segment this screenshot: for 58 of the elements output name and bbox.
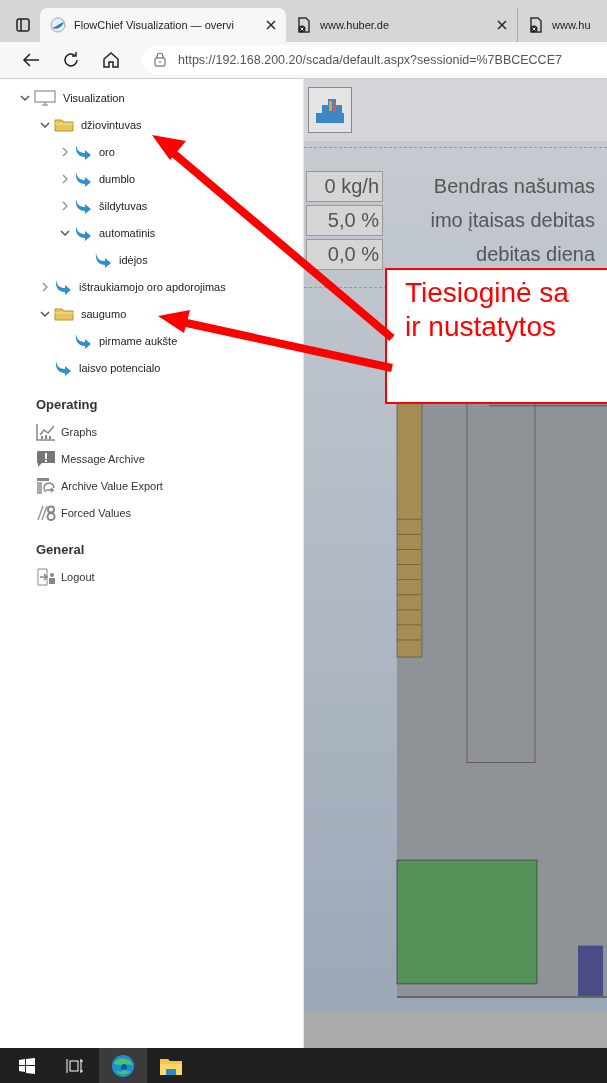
- back-icon[interactable]: [22, 52, 40, 68]
- tree-item[interactable]: pirmame aukšte: [99, 334, 178, 347]
- chevron-right-icon[interactable]: [60, 200, 70, 211]
- value-display: 5,0 %: [306, 205, 383, 236]
- section-heading: General: [36, 542, 85, 559]
- browser-icon: [111, 1053, 135, 1078]
- folder-icon: [54, 306, 74, 321]
- value-display: 0 kg/h: [306, 171, 383, 202]
- tree-item[interactable]: ištraukiamojo oro apdorojimas: [79, 280, 226, 293]
- close-icon[interactable]: [497, 20, 507, 30]
- tree-item[interactable]: šildytuvas: [99, 199, 148, 212]
- blocked-page-icon: [296, 17, 312, 33]
- tree-item[interactable]: saugumo: [81, 307, 127, 320]
- menu-item[interactable]: Logout: [61, 570, 95, 583]
- value-label: Bendras našumas: [432, 175, 595, 198]
- chevron-down-icon[interactable]: [40, 119, 50, 130]
- value-label: debitas diena: [475, 243, 595, 266]
- tree-item[interactable]: idėjos: [119, 253, 148, 266]
- globe-icon: [50, 17, 66, 33]
- task-view-icon: [66, 1057, 84, 1074]
- forced-value-icon: [36, 503, 56, 522]
- chevron-right-icon[interactable]: [40, 281, 50, 292]
- section-heading: Operating: [36, 397, 98, 414]
- menu-item[interactable]: Archive Value Export: [61, 479, 163, 492]
- tree-item[interactable]: džiovintuvas: [81, 118, 142, 131]
- table-export-icon: [36, 476, 56, 495]
- chevron-down-icon[interactable]: [60, 227, 70, 238]
- menu-item[interactable]: Forced Values: [61, 506, 132, 519]
- tree-item[interactable]: automatinis: [99, 226, 156, 239]
- annotation-text: ir nustatytos: [405, 310, 556, 344]
- chevron-down-icon[interactable]: [20, 92, 30, 103]
- tree-item[interactable]: laisvo potencialo: [79, 361, 161, 374]
- reload-icon[interactable]: [62, 51, 80, 69]
- chevron-down-icon[interactable]: [40, 308, 50, 319]
- menu-item[interactable]: Graphs: [61, 425, 98, 438]
- address-field[interactable]: https://192.168.200.20/scada/default.aspx?sessionid=%7BBCECCE7: [142, 45, 607, 75]
- folder-icon: [54, 117, 74, 132]
- windows-logo-icon: [19, 1057, 35, 1074]
- browser-tab[interactable]: FlowChief Visualization — overvi: [40, 8, 286, 42]
- value-label: imo įtaisas debitas: [429, 209, 595, 232]
- menu-item[interactable]: Message Archive: [61, 452, 145, 465]
- chevron-right-icon[interactable]: [60, 146, 70, 157]
- monitor-icon: [34, 89, 56, 106]
- browser-tab[interactable]: www.hu: [518, 8, 598, 42]
- device-button[interactable]: [308, 87, 352, 133]
- value-display: 0,0 %: [306, 239, 383, 270]
- alert-icon: [36, 449, 56, 468]
- home-icon[interactable]: [102, 51, 120, 69]
- tree-item[interactable]: oro: [99, 145, 115, 158]
- close-icon[interactable]: [266, 20, 276, 30]
- lock-icon: [154, 53, 166, 67]
- chart-icon: [36, 422, 56, 441]
- chevron-right-icon[interactable]: [60, 173, 70, 184]
- logout-icon: [36, 567, 56, 586]
- tree-item[interactable]: dumblo: [99, 172, 136, 185]
- blocked-page-icon: [528, 17, 544, 33]
- tree-item[interactable]: Visualization: [63, 91, 125, 104]
- annotation-text: Tiesioginė sa: [405, 276, 569, 310]
